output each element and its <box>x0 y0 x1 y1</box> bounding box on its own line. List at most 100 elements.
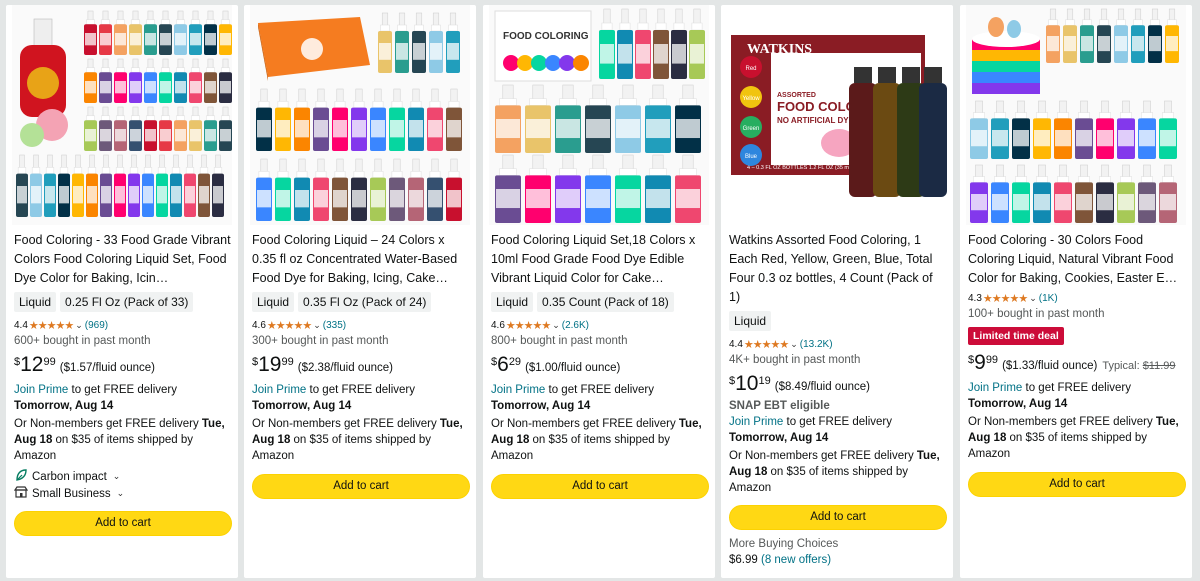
star-rating-icon: ★★★★★ <box>505 319 551 332</box>
star-rating-icon: ★★★★★ <box>28 319 74 332</box>
prime-delivery: Join Prime to get FREE delivery Tomorrow… <box>14 382 232 414</box>
product-title[interactable]: Food Coloring Liquid Set,18 Colors x 10m… <box>491 231 709 288</box>
cake-layer <box>972 50 1040 61</box>
delivery-text: Or Non-members get FREE delivery <box>968 416 1156 428</box>
rating[interactable]: 4.4 ★★★★★ ⌄ (969) <box>14 318 232 332</box>
product-image[interactable] <box>966 5 1186 225</box>
rating[interactable]: 4.3 ★★★★★ ⌄ (1K) <box>968 291 1186 305</box>
cake-layer <box>972 72 1040 83</box>
product-title[interactable]: Watkins Assorted Food Coloring, 1 Each R… <box>729 231 947 307</box>
price[interactable]: $ 12 99 ($1.57/fluid ounce) <box>14 354 232 380</box>
product-image[interactable] <box>250 5 470 225</box>
price-fraction: 99 <box>985 354 999 366</box>
join-prime-link[interactable]: Join Prime <box>729 416 783 428</box>
join-prime-link[interactable]: Join Prime <box>968 382 1022 394</box>
carbon-impact[interactable]: Carbon impact ⌄ <box>14 468 232 485</box>
variant-chip[interactable]: Liquid <box>491 292 534 312</box>
prime-delivery: Join Prime to get FREE delivery Tomorrow… <box>729 414 947 446</box>
more-price: $6.99 <box>729 554 758 566</box>
typical-price: Typical: $11.99 <box>1102 360 1175 372</box>
rating-value: 4.4 <box>729 338 743 350</box>
product-results-row: Food Coloring - 33 Food Grade Vibrant Co… <box>0 0 1200 581</box>
join-prime-link[interactable]: Join Prime <box>252 384 306 396</box>
join-prime-link[interactable]: Join Prime <box>491 384 545 396</box>
delivery-date: Tomorrow, Aug 14 <box>14 400 114 412</box>
add-to-cart-button[interactable]: Add to cart <box>491 474 709 499</box>
delivery-text: Or Non-members get FREE delivery <box>252 418 440 430</box>
delivery-text: Or Non-members get FREE delivery <box>14 418 202 430</box>
nonmember-delivery: Or Non-members get FREE delivery Tue, Au… <box>252 416 470 464</box>
nonmember-delivery: Or Non-members get FREE delivery Tue, Au… <box>968 414 1186 462</box>
review-count[interactable]: (2.6K) <box>562 320 589 331</box>
chevron-down-icon[interactable]: ⌄ <box>313 320 321 331</box>
price[interactable]: $ 10 19 ($8.49/fluid ounce) <box>729 373 947 399</box>
add-to-cart-button[interactable]: Add to cart <box>252 474 470 499</box>
cake-layer <box>972 61 1040 72</box>
star-rating-icon: ★★★★★ <box>266 319 312 332</box>
delivery-text: to get FREE delivery <box>545 384 654 396</box>
add-to-cart-button[interactable]: Add to cart <box>729 505 947 530</box>
rating[interactable]: 4.6 ★★★★★ ⌄ (335) <box>252 318 470 332</box>
product-card: Food Coloring Liquid – 24 Colors x 0.35 … <box>244 5 476 578</box>
add-to-cart-button[interactable]: Add to cart <box>14 511 232 536</box>
rating-value: 4.3 <box>968 292 982 304</box>
review-count[interactable]: (13.2K) <box>800 339 833 350</box>
rating[interactable]: 4.6 ★★★★★ ⌄ (2.6K) <box>491 318 709 332</box>
price-fraction: 99 <box>281 356 294 368</box>
star-rating-icon: ★★★★★ <box>743 338 789 351</box>
prime-delivery: Join Prime to get FREE delivery Tomorrow… <box>491 382 709 414</box>
variant-chip[interactable]: Liquid <box>729 311 772 331</box>
unit-price: ($2.38/fluid ounce) <box>297 362 393 374</box>
product-image[interactable]: WATKINS ASSORTED FOOD COLORING NO ARTIFICIA… <box>727 5 947 225</box>
chevron-down-icon[interactable]: ⌄ <box>75 320 83 331</box>
product-card: Food Coloring - 30 Colors Food Coloring … <box>960 5 1192 578</box>
review-count[interactable]: (1K) <box>1039 293 1058 304</box>
delivery-text: to get FREE delivery <box>68 384 177 396</box>
box-bottom-label: 4 – 0.3 FL OZ BOTTLES 1.2 FL OZ (35 mL) <box>747 165 854 171</box>
product-title[interactable]: Food Coloring Liquid – 24 Colors x 0.35 … <box>252 231 470 288</box>
brand-label: WATKINS <box>747 42 812 57</box>
product-title[interactable]: Food Coloring - 30 Colors Food Coloring … <box>968 231 1186 288</box>
swatch-label: Yellow <box>742 96 760 102</box>
add-to-cart-button[interactable]: Add to cart <box>968 472 1186 497</box>
chevron-down-icon[interactable]: ⌄ <box>552 320 560 331</box>
variant-chip[interactable]: 0.35 Fl Oz (Pack of 24) <box>298 292 432 312</box>
rating[interactable]: 4.4 ★★★★★ ⌄ (13.2K) <box>729 337 947 351</box>
review-count[interactable]: (335) <box>323 320 346 331</box>
delivery-text: Or Non-members get FREE delivery <box>491 418 679 430</box>
chevron-down-icon[interactable]: ⌄ <box>1029 293 1037 304</box>
variant-chip[interactable]: 0.35 Count (Pack of 18) <box>537 292 674 312</box>
small-business[interactable]: Small Business ⌄ <box>13 485 232 502</box>
swatch-label: Blue <box>745 154 758 160</box>
chevron-down-icon[interactable]: ⌄ <box>790 339 798 350</box>
price-whole: 9 <box>974 351 986 374</box>
bottle-shape <box>849 83 877 197</box>
join-prime-link[interactable]: Join Prime <box>14 384 68 396</box>
price-fraction: 29 <box>508 356 522 368</box>
star-rating-icon: ★★★★★ <box>982 292 1028 305</box>
variant-chip[interactable]: Liquid <box>252 292 295 312</box>
product-card: FOOD COLORING Food Coloring Liquid Set,1… <box>483 5 715 578</box>
product-card: Food Coloring - 33 Food Grade Vibrant Co… <box>6 5 238 578</box>
price[interactable]: $ 9 99 ($1.33/fluid ounce) Typical: $11.… <box>968 352 1186 378</box>
prime-delivery: Join Prime to get FREE delivery Tomorrow… <box>252 382 470 414</box>
product-title[interactable]: Food Coloring - 33 Food Grade Vibrant Co… <box>14 231 232 288</box>
price-fraction: 19 <box>758 375 771 387</box>
cake-layer <box>972 83 1040 94</box>
assorted-label: ASSORTED <box>777 92 816 99</box>
small-business-label: Small Business <box>32 487 111 500</box>
swatch-label: Red <box>745 66 756 72</box>
review-count[interactable]: (969) <box>85 320 108 331</box>
variant-chip[interactable]: Liquid <box>14 292 57 312</box>
new-offers-link[interactable]: (8 new offers) <box>761 554 831 566</box>
bought-count: 300+ bought in past month <box>252 335 389 347</box>
bought-count: 100+ bought in past month <box>968 308 1105 320</box>
price[interactable]: $ 19 99 ($2.38/fluid ounce) <box>252 354 470 380</box>
unit-price: ($1.00/fluid ounce) <box>525 362 621 374</box>
delivery-date: Tomorrow, Aug 14 <box>729 432 829 444</box>
product-image[interactable] <box>12 5 232 225</box>
price[interactable]: $ 6 29 ($1.00/fluid ounce) <box>491 354 709 380</box>
variant-chip[interactable]: 0.25 Fl Oz (Pack of 33) <box>60 292 194 312</box>
product-image[interactable]: FOOD COLORING <box>489 5 709 225</box>
bottle-shape <box>919 83 947 197</box>
